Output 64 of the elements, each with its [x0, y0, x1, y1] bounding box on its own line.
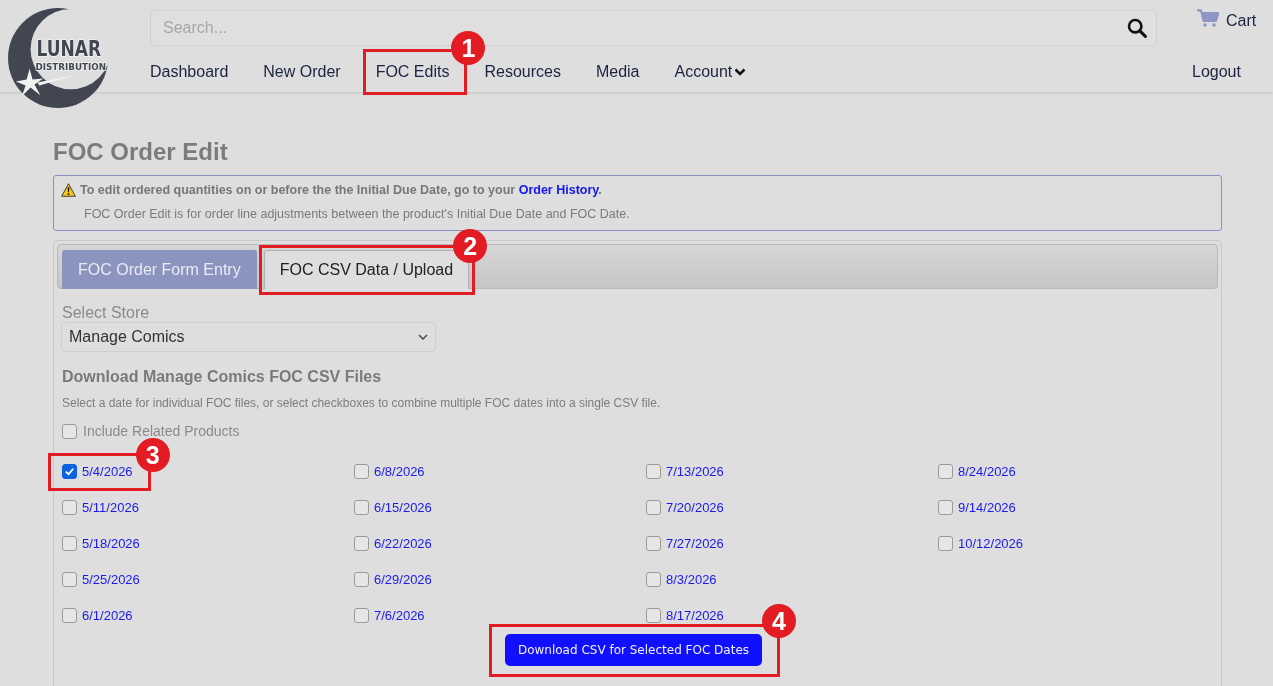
callout-badge: 4 [762, 604, 797, 638]
date-link[interactable]: 6/29/2026 [374, 571, 432, 587]
checkbox[interactable] [938, 535, 953, 551]
nav-link[interactable]: FOC Edits [375, 62, 450, 82]
checkbox[interactable] [354, 607, 369, 623]
search-icon[interactable] [1127, 18, 1147, 38]
checkmark-icon [64, 465, 75, 477]
nav-link[interactable]: Dashboard [150, 62, 229, 82]
date-link[interactable]: 8/17/2026 [666, 607, 724, 623]
section-description: Select a date for individual FOC files, or select checkboxes to combine multiple FOC dates into a single CSV file. [62, 395, 662, 411]
date-link[interactable]: 6/8/2026 [374, 463, 425, 479]
date-link[interactable]: 6/15/2026 [374, 499, 432, 515]
date-link[interactable]: 8/24/2026 [958, 463, 1016, 479]
checkbox[interactable] [646, 571, 661, 587]
notice-note: FOC Order Edit is for order line adjustments between the product's Initial Due Date and FOC Date. [84, 206, 631, 223]
checkbox[interactable] [62, 571, 77, 587]
checkbox[interactable] [354, 499, 369, 515]
nav-link[interactable]: Resources [484, 62, 561, 82]
notice-text: To edit ordered quantities on or before the the Initial Due Date, go to your Order History. [80, 182, 602, 199]
chevron-down-icon [418, 334, 428, 340]
date-link[interactable]: 5/25/2026 [82, 571, 140, 587]
date-link[interactable]: 5/4/2026 [82, 463, 133, 479]
date-link[interactable]: 7/27/2026 [666, 535, 724, 551]
nav-link[interactable]: New Order [263, 62, 341, 82]
callout-badge: 3 [135, 438, 170, 472]
date-link[interactable]: 7/6/2026 [374, 607, 425, 623]
date-link[interactable]: 9/14/2026 [958, 499, 1016, 515]
date-link[interactable]: 6/22/2026 [374, 535, 432, 551]
checkbox[interactable] [62, 607, 77, 623]
nav-link[interactable]: Media [595, 62, 640, 82]
section-heading: Download Manage Comics FOC CSV Files [62, 367, 383, 387]
checkbox[interactable] [62, 499, 77, 515]
checkbox[interactable] [62, 463, 77, 479]
date-link[interactable]: 7/13/2026 [666, 463, 724, 479]
chevron-down-icon [734, 68, 747, 76]
checkbox[interactable] [354, 535, 369, 551]
date-link[interactable]: 7/20/2026 [666, 499, 724, 515]
checkbox[interactable] [646, 535, 661, 551]
checkbox[interactable] [646, 607, 661, 623]
nav-link[interactable]: Account [674, 62, 747, 82]
date-link[interactable]: 5/11/2026 [82, 499, 139, 515]
callout-badge: 1 [451, 31, 486, 65]
page-title: FOC Order Edit [53, 137, 229, 167]
logout-link[interactable]: Logout [1192, 62, 1241, 82]
cart-icon [1197, 9, 1219, 27]
download-button[interactable]: Download CSV for Selected FOC Dates [504, 634, 763, 666]
checkbox[interactable] [354, 463, 369, 479]
date-link[interactable]: 8/3/2026 [666, 571, 717, 587]
brand-logo[interactable]: LUNAR DISTRIBUTION [8, 8, 110, 108]
warning-icon [61, 183, 76, 197]
date-link[interactable]: 6/1/2026 [82, 607, 133, 623]
checkbox[interactable] [938, 463, 953, 479]
checkbox[interactable] [646, 499, 661, 515]
store-select[interactable]: Manage Comics [61, 322, 436, 352]
checkbox[interactable] [938, 499, 953, 515]
checkbox[interactable] [62, 423, 77, 439]
checkbox[interactable] [354, 571, 369, 587]
checkbox[interactable] [646, 463, 661, 479]
checkbox[interactable] [62, 535, 77, 551]
date-link[interactable]: 10/12/2026 [958, 535, 1024, 551]
field-label: Select Store [62, 304, 151, 322]
callout-badge: 2 [453, 229, 488, 263]
date-link[interactable]: 5/18/2026 [82, 535, 140, 551]
cart-link[interactable]: Cart [1197, 12, 1257, 30]
